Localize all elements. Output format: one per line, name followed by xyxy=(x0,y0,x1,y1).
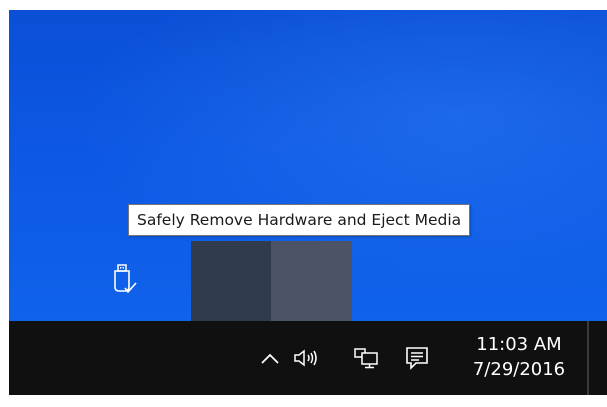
taskbar: 11:03 AM 7/29/2016 xyxy=(9,321,607,395)
tray-overflow-flyout xyxy=(191,241,352,321)
volume-icon xyxy=(294,349,317,367)
chevron-up-icon xyxy=(261,353,279,364)
action-center-button[interactable] xyxy=(403,321,431,395)
network-button[interactable] xyxy=(351,321,381,395)
volume-button[interactable] xyxy=(290,321,326,395)
flyout-slot-usb[interactable] xyxy=(271,241,352,321)
network-icon xyxy=(354,348,378,369)
bottom-margin xyxy=(0,395,607,407)
clock-time: 11:03 AM xyxy=(476,334,562,355)
clock[interactable]: 11:03 AM 7/29/2016 xyxy=(457,321,581,395)
tooltip: Safely Remove Hardware and Eject Media xyxy=(128,204,471,236)
show-hidden-icons-button[interactable] xyxy=(258,321,282,395)
action-center-icon xyxy=(406,347,428,370)
flyout-slot-empty xyxy=(191,241,271,321)
usb-eject-icon[interactable] xyxy=(112,264,138,298)
show-desktop-divider[interactable] xyxy=(587,321,589,395)
clock-date: 7/29/2016 xyxy=(472,359,566,380)
